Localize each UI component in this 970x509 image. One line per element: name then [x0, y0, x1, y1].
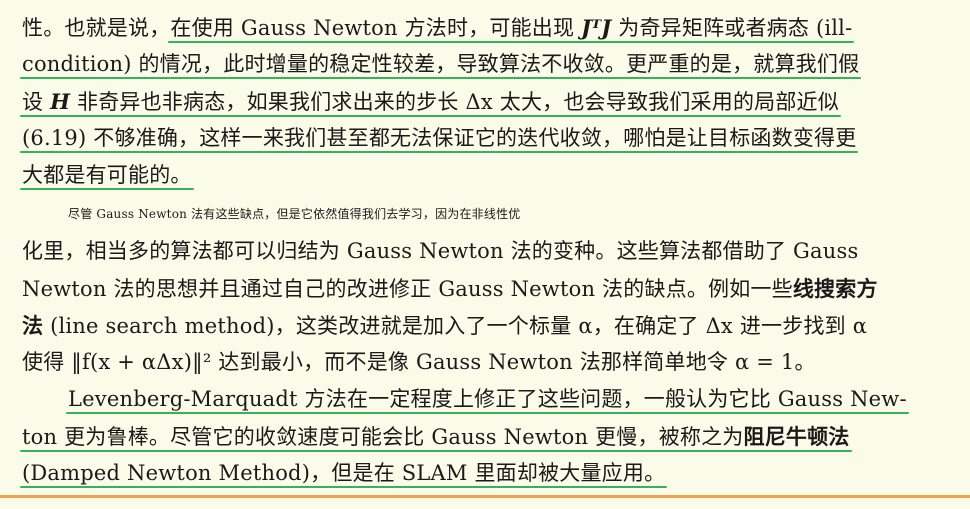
bold-term-damped-newton: 阻尼牛顿法	[743, 424, 850, 449]
p1-line-2: condition) 的情况，此时增量的稳定性较差，导致算法不收敛。更严重的是，…	[22, 46, 948, 83]
bold-term-line-search-end: 法	[22, 313, 44, 338]
highlight-underline: (Damped Newton Method)	[22, 461, 311, 485]
highlight-underline: (6.19) 不够准确，这样一来我们甚至都无法保证它的迭代收敛，哪怕是让目标函数…	[22, 126, 857, 150]
highlight-underline: SLAM	[401, 461, 468, 485]
highlight-underline: 设 H 非奇异也非病态，如果我们求出来的步长 Δx 太大，也会导致我们采用的局部…	[22, 89, 839, 114]
p3-line-1: Levenberg-Marquadt 方法在一定程度上修正了这些问题，一般认为它…	[22, 381, 948, 418]
p2-line-4: 法 (line search method)，这类改进就是加入了一个标量 α，在…	[22, 313, 868, 338]
bottom-divider	[0, 495, 970, 498]
p1-line-1: 性。也就是说，在使用 Gauss Newton 方法时，可能出现 JᵀJ 为奇异…	[22, 9, 948, 46]
bold-term-line-search: 线搜索方	[792, 276, 878, 301]
highlight-underline: 更为鲁棒。尽管它的收敛速度可能会比	[57, 425, 432, 449]
document-page: 性。也就是说，在使用 Gauss Newton 方法时，可能出现 JᵀJ 为奇异…	[0, 0, 970, 509]
highlight-underline: condition) 的情况，此时增量的稳定性较差，导致算法不收敛。更严重的是，…	[22, 52, 860, 76]
highlight-underline: Gauss New-	[777, 387, 907, 411]
highlight-underline: ton	[22, 425, 58, 449]
p2-line-3: Newton 法的思想并且通过自己的改进修正 Gauss Newton 法的缺点…	[22, 276, 878, 301]
paragraph-2: 尽管 Gauss Newton 法有这些缺点，但是它依然值得我们去学习，因为在非…	[22, 196, 948, 381]
highlight-underline: ，但是在	[310, 461, 402, 485]
highlight-underline: 方法在一定程度上修正了这些问题，一般认为它比	[297, 387, 778, 411]
highlight-underline: Levenberg-Marquadt	[68, 387, 298, 411]
p2-line-2: 化里，相当多的算法都可以归结为 Gauss Newton 法的变种。这些算法都借…	[22, 239, 859, 263]
math-h: H	[50, 89, 71, 114]
p1-text: 性。也就是说，	[22, 16, 171, 40]
p3-line-3: (Damped Newton Method)，但是在 SLAM 里面却被大量应用…	[22, 455, 948, 492]
math-jtj: JᵀJ	[581, 15, 612, 40]
p2-line-5: 使得 ‖f(x + αΔx)‖² 达到最小，而不是像 Gauss Newton …	[22, 350, 816, 374]
p1-line-5: 大都是有可能的。	[22, 157, 948, 194]
highlight-underline: 里面却被大量应用。	[467, 461, 666, 485]
highlight-underline: 大都是有可能的。	[22, 163, 192, 187]
p1-line-3: 设 H 非奇异也非病态，如果我们求出来的步长 Δx 太大，也会导致我们采用的局部…	[22, 83, 948, 120]
paragraph-1: 性。也就是说，在使用 Gauss Newton 方法时，可能出现 JᵀJ 为奇异…	[22, 9, 948, 194]
paragraph-3: Levenberg-Marquadt 方法在一定程度上修正了这些问题，一般认为它…	[22, 381, 948, 492]
highlight-underline: 更慢，被称之为阻尼牛顿法	[588, 424, 850, 449]
highlight-underline: Gauss Newton	[431, 425, 589, 449]
highlight-underline: 在使用 Gauss Newton 方法时，可能出现 JᵀJ 为奇异矩阵或者病态 …	[170, 15, 853, 40]
p2-line-1: 尽管 Gauss Newton 法有这些缺点，但是它依然值得我们去学习，因为在非…	[68, 207, 521, 221]
p1-line-4: (6.19) 不够准确，这样一来我们甚至都无法保证它的迭代收敛，哪怕是让目标函数…	[22, 120, 948, 157]
p3-line-2: ton 更为鲁棒。尽管它的收敛速度可能会比 Gauss Newton 更慢，被称…	[22, 418, 948, 455]
